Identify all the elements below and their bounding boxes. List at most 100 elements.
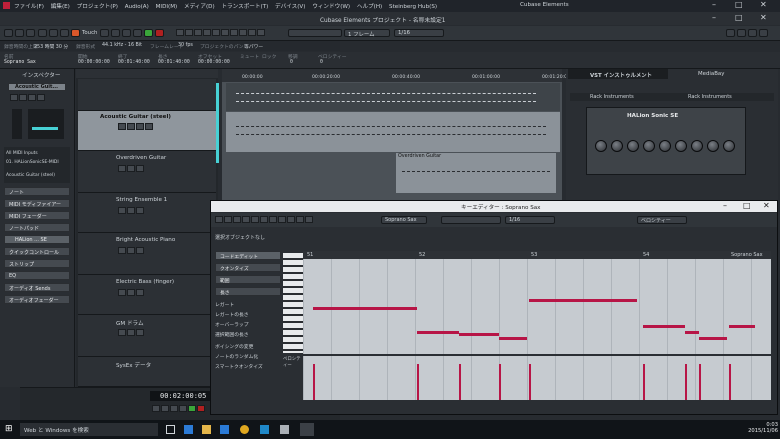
rewind-button[interactable] bbox=[133, 29, 142, 37]
velocity-bar[interactable] bbox=[499, 364, 501, 400]
knob[interactable] bbox=[627, 140, 639, 152]
track-mute-icon[interactable] bbox=[118, 247, 126, 254]
key-erase-tool-icon[interactable] bbox=[251, 216, 259, 223]
menu-item-transport[interactable]: トランスポート(T) bbox=[221, 4, 268, 10]
chrome-icon[interactable] bbox=[240, 425, 249, 434]
velocity-bar[interactable] bbox=[685, 364, 687, 400]
write-button[interactable] bbox=[71, 29, 80, 37]
inspector-routing-out[interactable]: 01. HALionSonicSE-MIDI bbox=[6, 160, 59, 165]
velocity-bar[interactable] bbox=[729, 364, 731, 400]
quantize-select[interactable]: 1/16 bbox=[394, 29, 444, 37]
info-velocity-value[interactable]: 0 bbox=[320, 60, 323, 65]
inspector-section-sends[interactable]: オーディオ Sends bbox=[4, 283, 70, 292]
info-offset-value[interactable]: 00:00:00:00 bbox=[198, 60, 230, 65]
edge-browser-icon[interactable] bbox=[184, 425, 193, 434]
tab-mediabay[interactable]: MediaBay bbox=[676, 69, 776, 79]
knob[interactable] bbox=[611, 140, 623, 152]
track-solo-icon[interactable] bbox=[127, 165, 135, 172]
menu-item-media[interactable]: メディア(D) bbox=[184, 4, 215, 10]
key-trim-tool-icon[interactable] bbox=[260, 216, 268, 223]
menu-item-hub[interactable]: Steinberg Hub(S) bbox=[389, 4, 437, 10]
midi-note[interactable] bbox=[643, 325, 685, 328]
info-end-value[interactable]: 00:01:40:00 bbox=[118, 60, 150, 65]
track-row[interactable]: Bright Acoustic Piano bbox=[78, 233, 216, 275]
knob[interactable] bbox=[723, 140, 735, 152]
velocity-bar[interactable] bbox=[699, 364, 701, 400]
project-minimize-icon[interactable]: – bbox=[712, 13, 716, 22]
key-editor-minimize-icon[interactable]: – bbox=[723, 201, 727, 210]
key-draw-tool-icon[interactable] bbox=[242, 216, 250, 223]
track-solo-icon[interactable] bbox=[127, 247, 135, 254]
key-section-chord-edit[interactable]: コードエディット bbox=[215, 251, 281, 260]
track-name[interactable]: GM ドラム bbox=[116, 319, 144, 327]
midi-part[interactable]: Overdriven Guitar bbox=[396, 153, 556, 193]
track-row[interactable]: Electric Bass (finger) bbox=[78, 275, 216, 315]
play-button[interactable] bbox=[144, 29, 153, 37]
knob[interactable] bbox=[691, 140, 703, 152]
velocity-bar[interactable] bbox=[643, 364, 645, 400]
track-mute-icon[interactable] bbox=[118, 165, 126, 172]
monitor-button[interactable] bbox=[26, 29, 35, 37]
project-close-icon[interactable]: ✕ bbox=[760, 13, 767, 22]
midi-note[interactable] bbox=[313, 307, 417, 310]
midi-note[interactable] bbox=[499, 337, 527, 340]
inspector-preset[interactable]: Acoustic Guitar (steel) bbox=[6, 173, 55, 178]
midi-note[interactable] bbox=[729, 325, 755, 328]
knob[interactable] bbox=[659, 140, 671, 152]
key-grid-select[interactable] bbox=[441, 216, 501, 224]
key-randomize-label[interactable]: ノートのランダム化 bbox=[215, 353, 258, 360]
midi-note[interactable] bbox=[685, 331, 699, 334]
color-tool-icon[interactable] bbox=[257, 29, 265, 36]
stop-button[interactable] bbox=[122, 29, 131, 37]
track-name[interactable]: SysEx データ bbox=[116, 361, 151, 369]
menu-item-file[interactable]: ファイル(F) bbox=[14, 4, 44, 10]
range-tool-icon[interactable] bbox=[185, 29, 193, 36]
taskbar-search-box[interactable]: Web と Windows を検索 bbox=[20, 423, 158, 436]
track-name[interactable]: Electric Bass (finger) bbox=[116, 279, 174, 285]
draw-tool-icon[interactable] bbox=[239, 29, 247, 36]
inspector-section-midi-modifiers[interactable]: MIDI モディファイアー bbox=[4, 199, 70, 208]
key-editor-maximize-icon[interactable]: □ bbox=[743, 201, 751, 210]
inspector-section-notes[interactable]: ノート bbox=[4, 187, 70, 196]
info-start-value[interactable]: 00:00:00:00 bbox=[78, 60, 110, 65]
transport-cycle-icon[interactable] bbox=[170, 405, 178, 412]
velocity-lane[interactable] bbox=[303, 356, 771, 400]
track-read-icon[interactable] bbox=[136, 289, 144, 296]
key-overlap-label[interactable]: オーバーラップ bbox=[215, 321, 249, 328]
toggle-left-zone-button[interactable] bbox=[726, 29, 735, 37]
transport-stop-icon[interactable] bbox=[179, 405, 187, 412]
inspector-section-strip[interactable]: ストリップ bbox=[4, 259, 70, 268]
transport-rewind-icon[interactable] bbox=[152, 405, 160, 412]
zoom-tool-icon[interactable] bbox=[221, 29, 229, 36]
info-transpose-value[interactable]: 0 bbox=[290, 60, 293, 65]
menu-item-project[interactable]: プロジェクト(P) bbox=[77, 4, 118, 10]
key-listen-icon[interactable] bbox=[224, 216, 232, 223]
key-legato-length-label[interactable]: レガートの長さ bbox=[215, 311, 249, 318]
automation-mode[interactable]: Touch bbox=[82, 30, 97, 36]
midi-part[interactable] bbox=[226, 83, 560, 111]
info-name-value[interactable]: Soprano Sax bbox=[4, 60, 36, 65]
key-split-tool-icon[interactable] bbox=[269, 216, 277, 223]
record-button[interactable] bbox=[155, 29, 164, 37]
track-name[interactable]: Bright Acoustic Piano bbox=[116, 237, 175, 243]
key-voicing-label[interactable]: ボイシングの変更 bbox=[215, 343, 253, 350]
track-mute-icon[interactable] bbox=[118, 123, 126, 130]
instrument-name[interactable]: HALion Sonic SE bbox=[627, 113, 678, 119]
track-mute-icon[interactable] bbox=[118, 329, 126, 336]
transport-forward-icon[interactable] bbox=[161, 405, 169, 412]
piano-keyboard[interactable] bbox=[283, 253, 303, 353]
solo-button[interactable] bbox=[49, 29, 58, 37]
inspector-section-notepad[interactable]: ノートパッド bbox=[4, 223, 70, 232]
object-select-tool-icon[interactable] bbox=[176, 29, 184, 36]
menu-item-devices[interactable]: デバイス(V) bbox=[275, 4, 305, 10]
go-to-start-button[interactable] bbox=[100, 29, 109, 37]
track-name[interactable]: String Ensemble 1 bbox=[116, 197, 167, 203]
track-row[interactable]: GM ドラム bbox=[78, 315, 216, 357]
inspector-write-icon[interactable] bbox=[37, 94, 45, 101]
menu-item-window[interactable]: ウィンドウ(W) bbox=[312, 4, 350, 10]
app-icon[interactable] bbox=[280, 425, 289, 434]
status-pan-law-value[interactable]: 等パワー bbox=[244, 43, 263, 50]
arrange-ruler[interactable]: 00:00:00 00:00:20:00 00:00:40:00 00:01:0… bbox=[222, 69, 570, 82]
key-editor-close-icon[interactable]: ✕ bbox=[763, 201, 770, 210]
track-solo-icon[interactable] bbox=[127, 207, 135, 214]
